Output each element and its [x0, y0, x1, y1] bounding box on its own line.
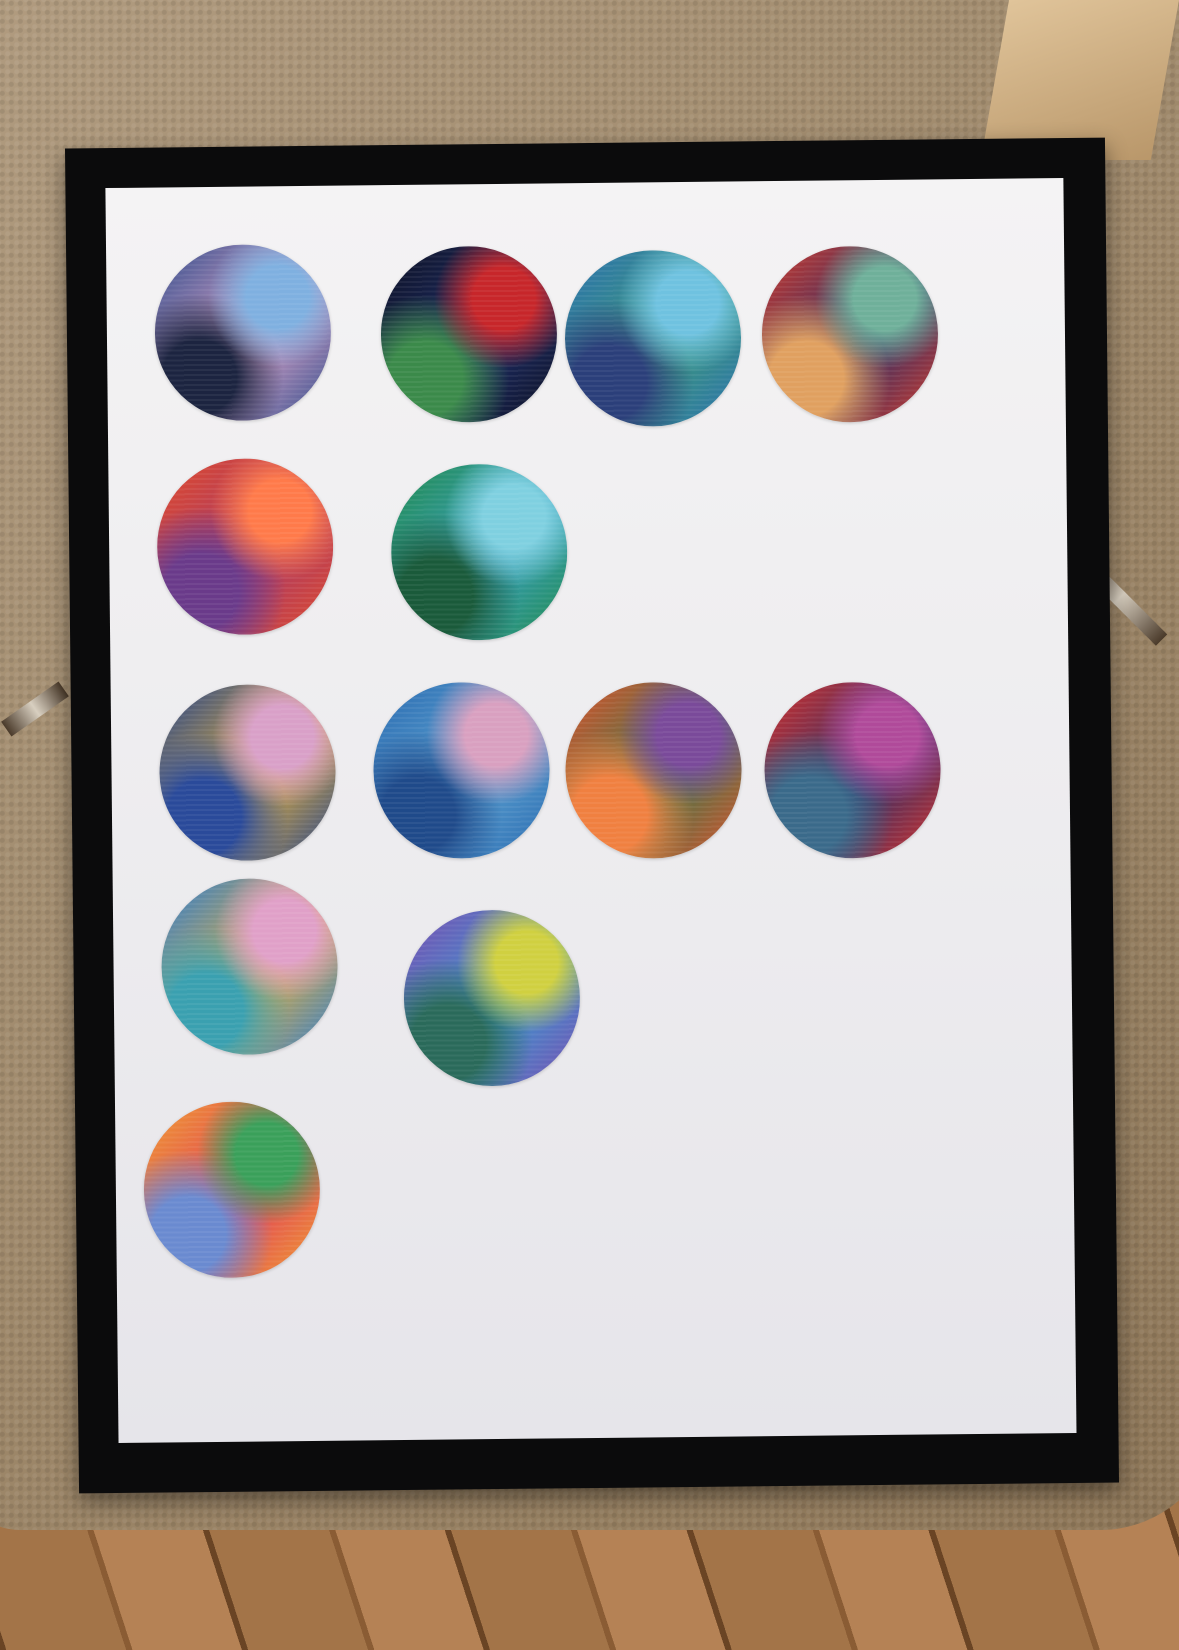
disc-row4-col1	[160, 877, 339, 1056]
disc-row3-col4	[763, 681, 942, 860]
poster-board	[64, 137, 1120, 1494]
disc-row1-col2	[380, 245, 558, 424]
disc-row3-col1	[158, 683, 337, 862]
disc-row2-col2	[390, 463, 569, 642]
disc-row4-col2	[402, 909, 581, 1087]
disc-row1-col3	[564, 249, 742, 428]
disc-row1-col4	[761, 245, 939, 424]
disc-row1-col1	[154, 243, 332, 422]
disc-row3-col2	[372, 681, 551, 860]
disc-row2-col1	[156, 457, 335, 636]
disc-row5-col1	[142, 1100, 321, 1279]
wooden-block	[980, 0, 1179, 160]
disc-row3-col3	[564, 681, 743, 860]
white-paper	[105, 178, 1077, 1443]
